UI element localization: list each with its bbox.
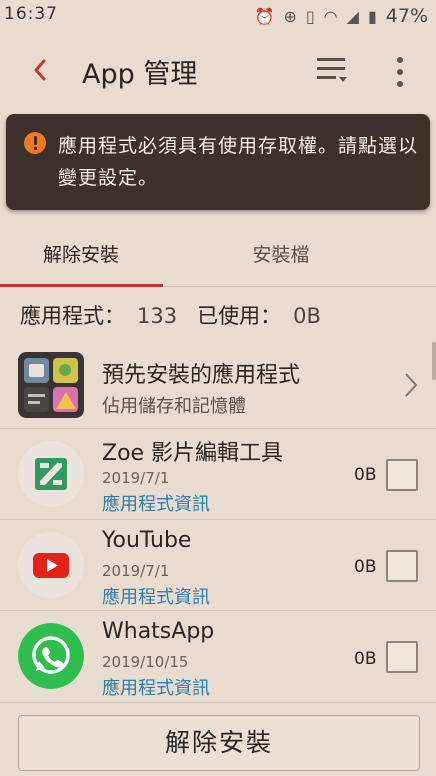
apps-count-label: 應用程式： <box>20 304 125 328</box>
youtube-icon <box>18 532 84 598</box>
preinstalled-subtitle: 佔用儲存和記憶體 <box>102 396 246 417</box>
wifi-icon: ◠ <box>323 6 338 26</box>
sort-button[interactable] <box>314 54 350 88</box>
toolbar: App 管理 <box>0 32 436 110</box>
usage-access-banner[interactable]: 應用程式必須具有使用存取權。請點選以變更設定。 <box>6 114 430 210</box>
preinstalled-apps-row[interactable]: 預先安裝的應用程式 佔用儲存和記憶體 <box>0 342 436 429</box>
used-label: 已使用： <box>197 304 282 328</box>
warning-icon <box>24 132 46 154</box>
data-saver-icon: ⊕ <box>283 6 297 26</box>
list-scrollbar[interactable] <box>432 342 436 380</box>
app-select-checkbox[interactable] <box>386 550 418 582</box>
preinstalled-folder-icon <box>18 352 84 418</box>
status-time: 16:37 <box>4 4 58 24</box>
app-date: 2019/7/1 <box>102 562 170 580</box>
app-date: 2019/10/15 <box>102 653 189 671</box>
app-size: 0B <box>354 465 377 485</box>
list-item[interactable]: YouTube 2019/7/1 應用程式資訊 0B <box>0 520 436 611</box>
zoe-icon <box>18 441 84 507</box>
app-select-checkbox[interactable] <box>386 459 418 491</box>
app-info-link[interactable]: 應用程式資訊 <box>102 674 210 700</box>
whatsapp-icon <box>18 623 84 689</box>
tab-installer-files[interactable]: 安裝檔 <box>218 224 436 286</box>
alarm-icon: ⏰ <box>254 6 275 26</box>
battery-percent: 47% <box>385 5 428 27</box>
active-tab-indicator <box>0 284 163 287</box>
status-bar: 16:37 ⏰ ⊕ ▯ ◠ ◢ ▮ 47% <box>0 0 436 32</box>
back-button[interactable] <box>26 50 58 90</box>
app-size: 0B <box>354 557 377 577</box>
list-item[interactable]: Zoe 影片編輯工具 2019/7/1 應用程式資訊 0B <box>0 429 436 520</box>
tab-uninstall-label: 解除安裝 <box>42 244 119 266</box>
sort-icon <box>317 58 347 82</box>
list-item[interactable]: WhatsApp 2019/10/15 應用程式資訊 0B <box>0 611 436 701</box>
bottom-action-bar: 解除安裝 <box>0 702 436 776</box>
battery-icon: ▮ <box>367 6 377 26</box>
uninstall-button[interactable]: 解除安裝 <box>18 715 420 771</box>
page-title: App 管理 <box>82 59 198 90</box>
chevron-right-icon <box>405 373 418 397</box>
status-icons: ⏰ ⊕ ▯ ◠ ◢ ▮ 47% <box>255 5 428 27</box>
apps-count-value: 133 <box>137 304 178 328</box>
storage-summary: 應用程式： 133 已使用： 0B <box>20 300 321 330</box>
preinstalled-title: 預先安裝的應用程式 <box>102 363 301 388</box>
app-size: 0B <box>354 649 377 669</box>
status-time-and-logo: 16:37 <box>4 4 58 24</box>
app-info-link[interactable]: 應用程式資訊 <box>102 490 210 516</box>
vibrate-icon: ▯ <box>305 6 315 26</box>
used-value: 0B <box>293 304 321 328</box>
app-date: 2019/7/1 <box>102 469 170 487</box>
signal-icon: ◢ <box>346 6 359 26</box>
banner-message: 應用程式必須具有使用存取權。請點選以變更設定。 <box>58 135 419 189</box>
app-name: Zoe 影片編輯工具 <box>102 441 284 466</box>
more-options-button[interactable] <box>388 52 412 92</box>
tab-bar: 解除安裝 安裝檔 <box>0 224 436 287</box>
app-name: WhatsApp <box>102 619 215 644</box>
app-name: YouTube <box>102 528 192 553</box>
tab-installer-files-label: 安裝檔 <box>252 244 310 266</box>
app-select-checkbox[interactable] <box>386 641 418 673</box>
chevron-left-icon <box>34 59 46 81</box>
app-info-link[interactable]: 應用程式資訊 <box>102 583 210 609</box>
more-vert-icon <box>397 57 403 87</box>
